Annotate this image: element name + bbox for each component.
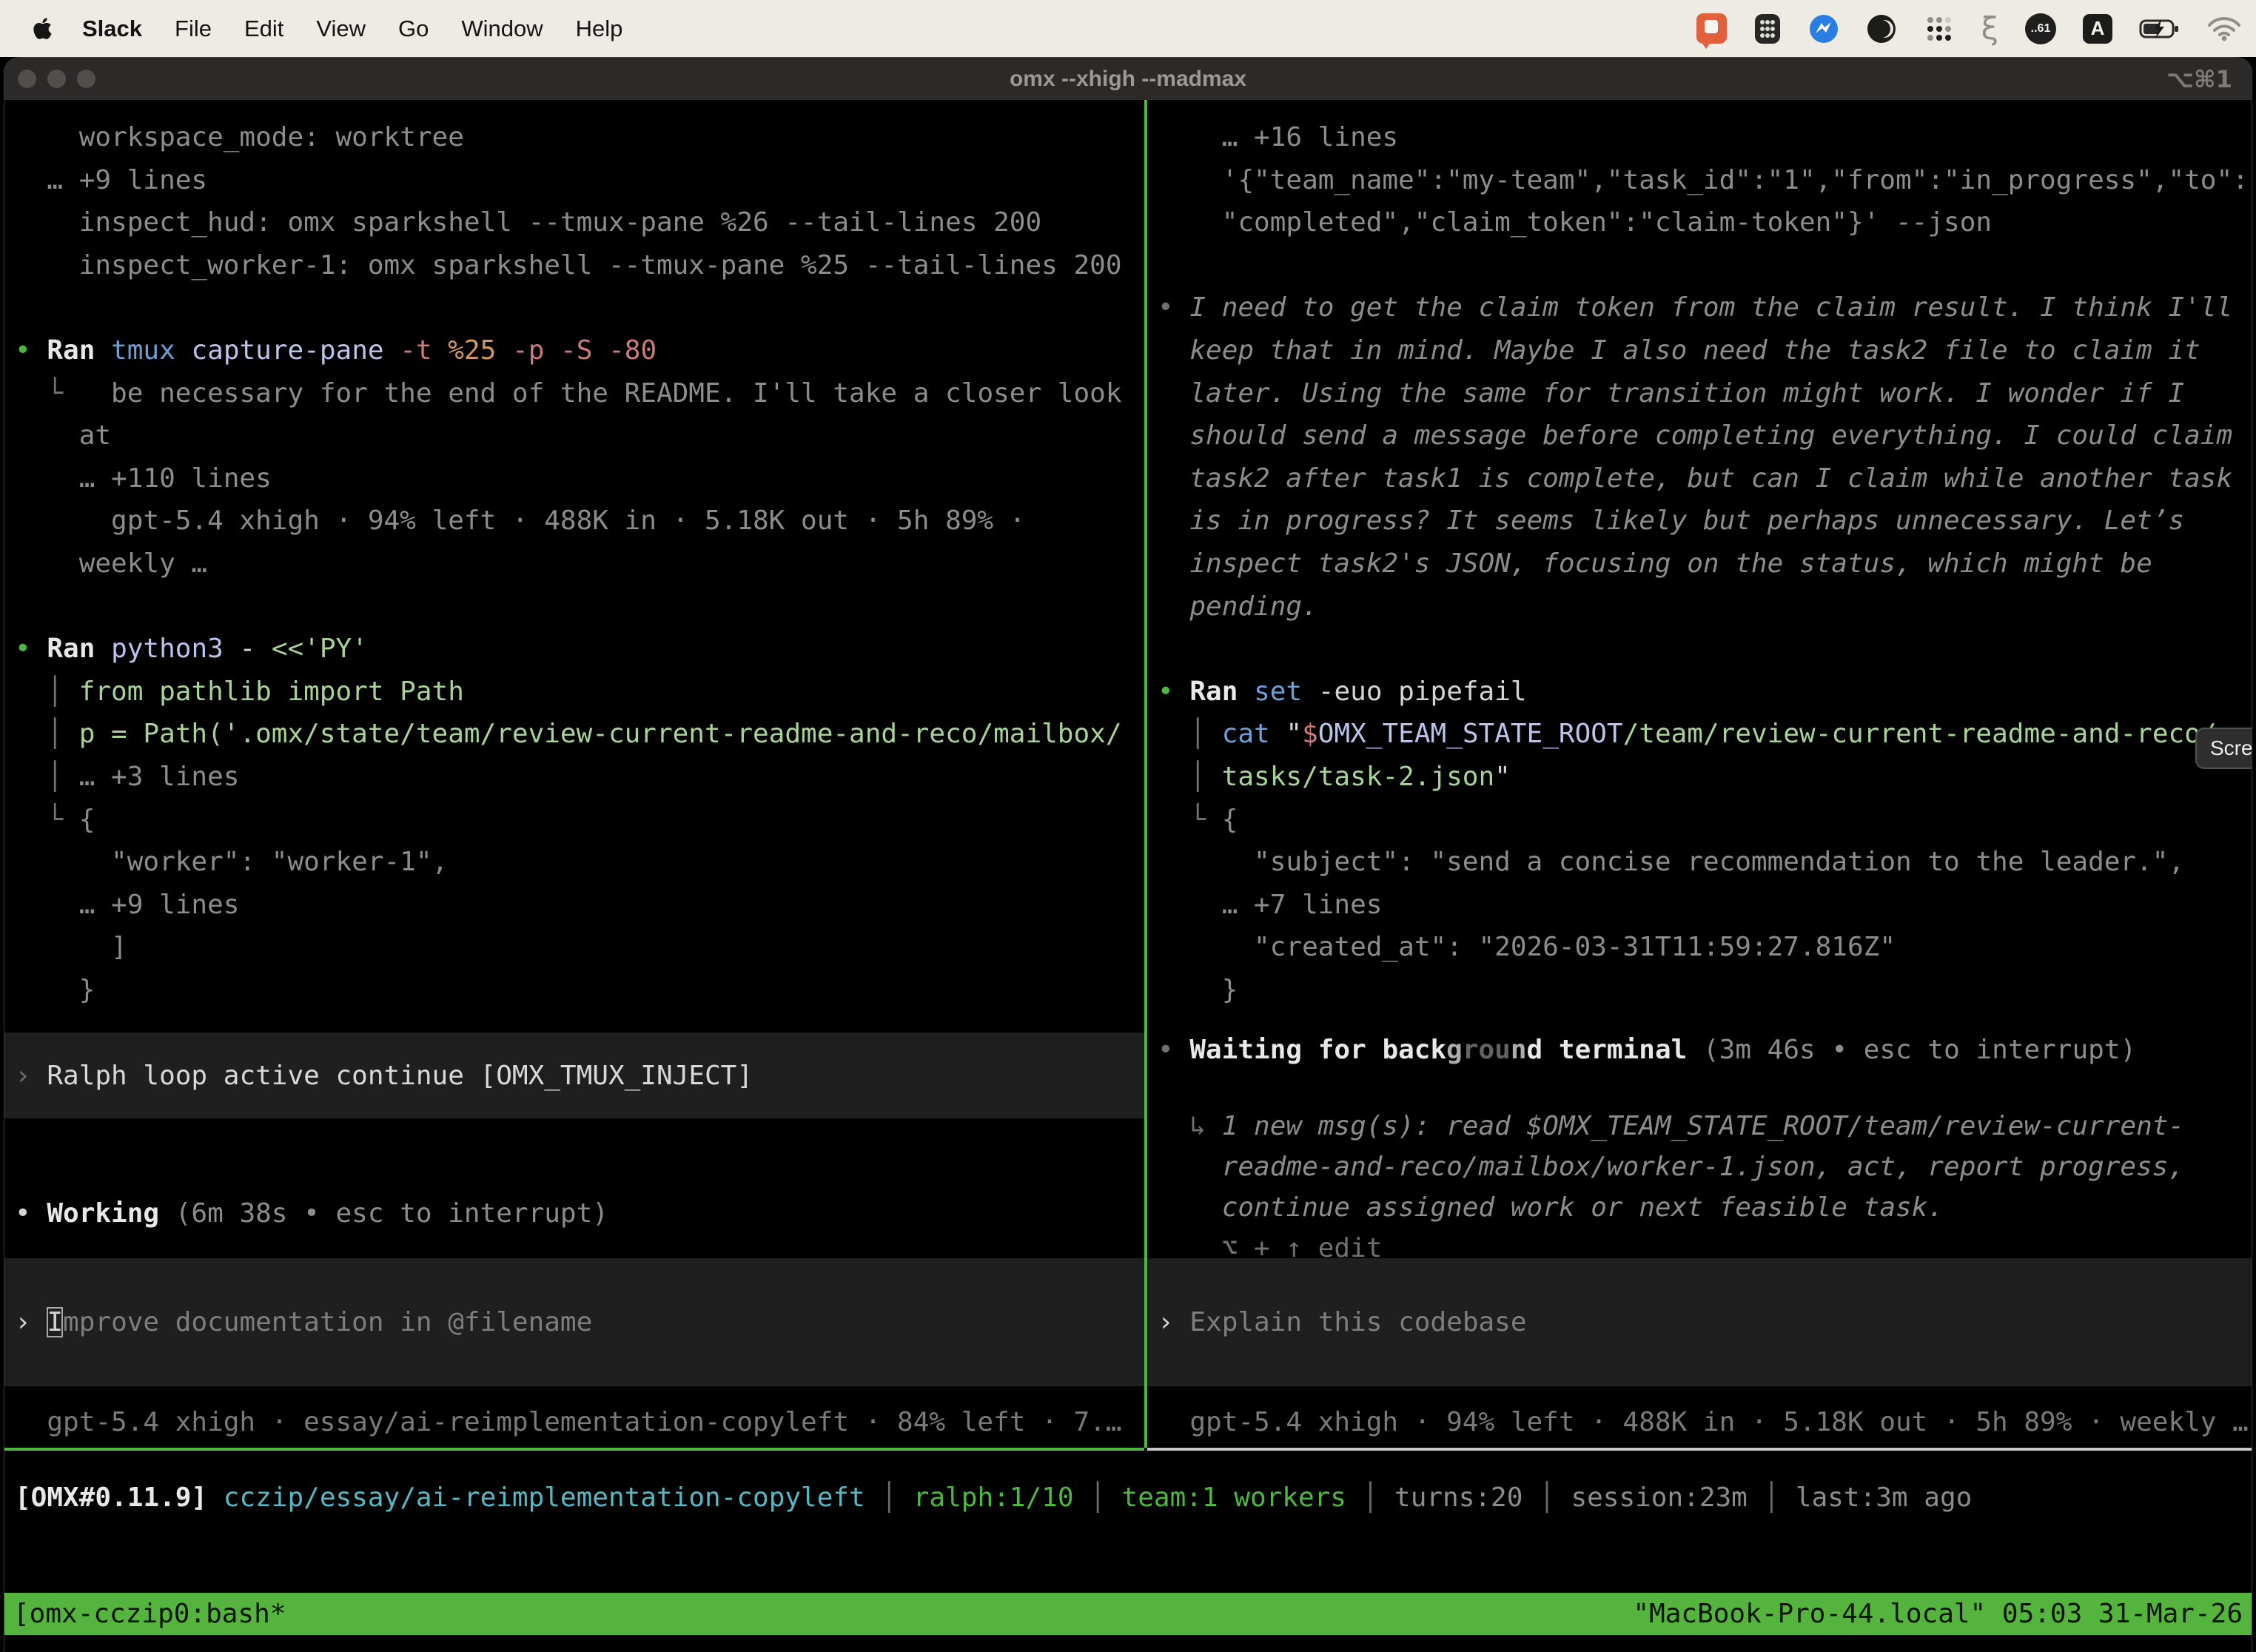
terminal-line: └ { (15, 799, 1144, 842)
terminal-line: │ p = Path('.omx/state/team/review-curre… (15, 713, 1144, 756)
terminal-line: … +110 lines (15, 457, 1144, 500)
menu-item-go[interactable]: Go (398, 16, 429, 42)
window-title: omx --xhigh --madmax (1010, 67, 1246, 92)
terminal-line: • Ran tmux capture-pane -t %25 -p -S -80 (15, 329, 1144, 372)
terminal-line: ↳ 1 new msg(s): read $OMX_TEAM_STATE_ROO… (1158, 1106, 2252, 1146)
terminal-line: pending. (1158, 585, 2252, 628)
right-pane-status-line: gpt-5.4 xhigh · 94% left · 488K in · 5.1… (1147, 1401, 2252, 1444)
traffic-lights (18, 58, 95, 100)
menu-bar-left: Slack File Edit View Go Window Help (0, 16, 622, 42)
queued-message-box[interactable]: › Ralph loop active continue [OMX_TMUX_I… (4, 1032, 1144, 1118)
menu-item-file[interactable]: File (175, 16, 212, 42)
terminal-line: is in progress? It seems likely but perh… (1158, 500, 2252, 543)
messenger-icon[interactable] (1808, 13, 1839, 44)
terminal-line: • I need to get the claim token from the… (1158, 286, 2252, 329)
terminal-line: └ { (1158, 799, 2252, 842)
tmux-status-bar: [omx-cczip0:bash* "MacBook-Pro-44.local"… (4, 1593, 2252, 1635)
terminal-line: │ from pathlib import Path (15, 671, 1144, 713)
terminal-line: • Ran set -euo pipefail (1158, 671, 2252, 713)
terminal-line: "created_at": "2026-03-31T11:59:27.816Z" (1158, 926, 2252, 969)
terminal-line: readme-and-reco/mailbox/worker-1.json, a… (1158, 1146, 2252, 1187)
right-pane-output: … +16 lines '{"team_name":"my-team","tas… (1147, 100, 2252, 1011)
squiggle-icon[interactable]: ξ (1981, 13, 1998, 44)
zoom-button[interactable] (77, 70, 95, 88)
terminal-line: at (15, 414, 1144, 457)
badge-61-icon[interactable]: ..61 (2025, 13, 2056, 44)
terminal-content: workspace_mode: worktree … +9 lines insp… (4, 100, 2252, 1652)
screen-tooltip: Scre (2195, 728, 2252, 769)
tmux-session-label: [omx-cczip0:bash* (13, 1599, 286, 1629)
battery-icon[interactable] (2139, 19, 2181, 39)
moon-icon[interactable] (1866, 13, 1897, 44)
terminal-line: inspect_worker-1: omx sparkshell --tmux-… (15, 244, 1144, 287)
terminal-line: "subject": "send a concise recommendatio… (1158, 841, 2252, 884)
menu-bar-status-icons: ξ ..61 A (1696, 13, 2256, 45)
window-shortcut: ⌥⌘1 (2166, 65, 2232, 93)
menu-bar: Slack File Edit View Go Window Help (0, 0, 2256, 57)
window-titlebar[interactable]: omx --xhigh --madmax ⌥⌘1 (4, 58, 2252, 100)
terminal-line: │ … +3 lines (15, 756, 1144, 799)
pane-border-bottom-right (1147, 1448, 2252, 1451)
right-input-text: › Explain this codebase (1158, 1307, 1527, 1337)
terminal-line (1158, 628, 2252, 671)
terminal-line: inspect_hud: omx sparkshell --tmux-pane … (15, 201, 1144, 244)
working-status-line: • Working (6m 38s • esc to interrupt) (4, 1192, 1144, 1235)
menu-item-view[interactable]: View (316, 16, 366, 42)
mailbox-hint: ↳ 1 new msg(s): read $OMX_TEAM_STATE_ROO… (1147, 1106, 2252, 1269)
terminal-line: inspect task2's JSON, focusing on the st… (1158, 543, 2252, 585)
terminal-line: } (1158, 969, 2252, 1012)
wifi-icon[interactable] (2207, 16, 2241, 41)
menu-item-window[interactable]: Window (461, 16, 543, 42)
terminal-line: … +9 lines (15, 159, 1144, 202)
dots-grid-icon[interactable] (1924, 13, 1955, 44)
terminal-line: │ tasks/task-2.json" (1158, 756, 2252, 799)
terminal-line: '{"team_name":"my-team","task_id":"1","f… (1158, 159, 2252, 202)
chat-badge-icon[interactable] (1696, 13, 1727, 44)
terminal-line: • Ran python3 - <<'PY' (15, 628, 1144, 671)
terminal-line: "worker": "worker-1", (15, 841, 1144, 884)
left-pane[interactable]: workspace_mode: worktree … +9 lines insp… (4, 100, 1144, 1448)
terminal-line (1158, 244, 2252, 287)
terminal-line (15, 585, 1144, 628)
terminal-line: … +7 lines (1158, 884, 2252, 927)
left-input-box[interactable]: › Improve documentation in @filename (4, 1258, 1144, 1386)
terminal-line: should send a message before completing … (1158, 414, 2252, 457)
left-pane-output: workspace_mode: worktree … +9 lines insp… (4, 100, 1144, 1011)
terminal-line: … +9 lines (15, 884, 1144, 927)
pane-border-bottom-left (4, 1448, 1144, 1451)
omx-status-bar: [OMX#0.11.9] cczip/essay/ai-reimplementa… (4, 1477, 2252, 1520)
waiting-status-line: • Waiting for background terminal (3m 46… (1147, 1029, 2252, 1072)
terminal-line: } (15, 969, 1144, 1012)
terminal-line: gpt-5.4 xhigh · 94% left · 488K in · 5.1… (15, 500, 1144, 543)
terminal-line: weekly … (15, 543, 1144, 585)
terminal-line: "completed","claim_token":"claim-token"}… (1158, 201, 2252, 244)
minimize-button[interactable] (47, 70, 66, 88)
pane-divider-vertical[interactable] (1144, 100, 1147, 1448)
terminal-line: later. Using the same for transition mig… (1158, 372, 2252, 415)
right-input-box[interactable]: › Explain this codebase (1147, 1258, 2252, 1386)
terminal-line: continue assigned work or next feasible … (1158, 1187, 2252, 1228)
left-pane-status-line: gpt-5.4 xhigh · essay/ai-reimplementatio… (4, 1401, 1144, 1444)
terminal-line (15, 286, 1144, 329)
menu-item-app[interactable]: Slack (82, 16, 142, 42)
terminal-window: omx --xhigh --madmax ⌥⌘1 workspace_mode:… (4, 58, 2252, 1652)
terminal-line: ] (15, 926, 1144, 969)
left-input-text: › Improve documentation in @filename (15, 1307, 592, 1337)
terminal-line: └ be necessary for the end of the README… (15, 372, 1144, 415)
menu-item-edit[interactable]: Edit (244, 16, 283, 42)
close-button[interactable] (18, 70, 36, 88)
terminal-line: … +16 lines (1158, 116, 2252, 159)
menu-item-help[interactable]: Help (576, 16, 623, 42)
terminal-line: │ cat "$OMX_TEAM_STATE_ROOT/team/review-… (1158, 713, 2252, 756)
input-source-icon[interactable]: A (2083, 14, 2112, 44)
keypad-shield-icon[interactable] (1753, 13, 1782, 45)
apple-menu-icon[interactable] (33, 16, 53, 41)
terminal-line: workspace_mode: worktree (15, 116, 1144, 159)
right-pane[interactable]: … +16 lines '{"team_name":"my-team","tas… (1147, 100, 2252, 1448)
tmux-host-clock: "MacBook-Pro-44.local" 05:03 31-Mar-26 (1633, 1599, 2243, 1629)
terminal-line: task2 after task1 is complete, but can I… (1158, 457, 2252, 500)
terminal-line: keep that in mind. Maybe I also need the… (1158, 329, 2252, 372)
queued-message-text: › Ralph loop active continue [OMX_TMUX_I… (15, 1061, 753, 1091)
